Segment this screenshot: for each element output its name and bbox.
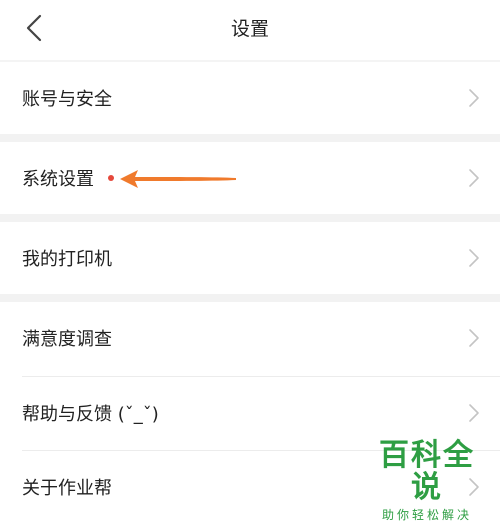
menu-item-label: 系统设置 <box>22 169 94 190</box>
chevron-right-icon <box>469 249 479 267</box>
section-gap <box>0 134 500 142</box>
chevron-right-icon <box>469 404 479 422</box>
menu-item-label: 满意度调查 <box>22 329 112 350</box>
notification-dot <box>108 175 114 181</box>
chevron-right-icon <box>469 169 479 187</box>
menu-item-system-settings[interactable]: 系统设置 <box>0 142 500 214</box>
menu-item-label: 账号与安全 <box>22 89 112 110</box>
watermark-title: 百科全说 <box>379 438 475 505</box>
top-bar: 设置 <box>0 0 500 60</box>
page-title: 设置 <box>230 18 269 40</box>
menu-item-account-security[interactable]: 账号与安全 <box>0 62 500 134</box>
chevron-right-icon <box>469 89 479 107</box>
section-gap <box>0 294 500 302</box>
menu-item-satisfaction-survey[interactable]: 满意度调查 <box>0 302 500 374</box>
menu-item-label: 帮助与反馈 (ˇ_ˇ) <box>22 404 159 425</box>
menu-item-label: 关于作业帮 <box>22 478 112 499</box>
section-gap <box>0 214 500 222</box>
chevron-right-icon <box>469 329 479 347</box>
watermark-logo: 百科全说 助你轻松解决 <box>372 440 482 523</box>
menu-item-my-printer[interactable]: 我的打印机 <box>0 222 500 294</box>
annotation-arrow-icon <box>120 170 236 188</box>
menu-item-label: 我的打印机 <box>22 249 112 270</box>
watermark-subtitle: 助你轻松解决 <box>381 508 472 522</box>
